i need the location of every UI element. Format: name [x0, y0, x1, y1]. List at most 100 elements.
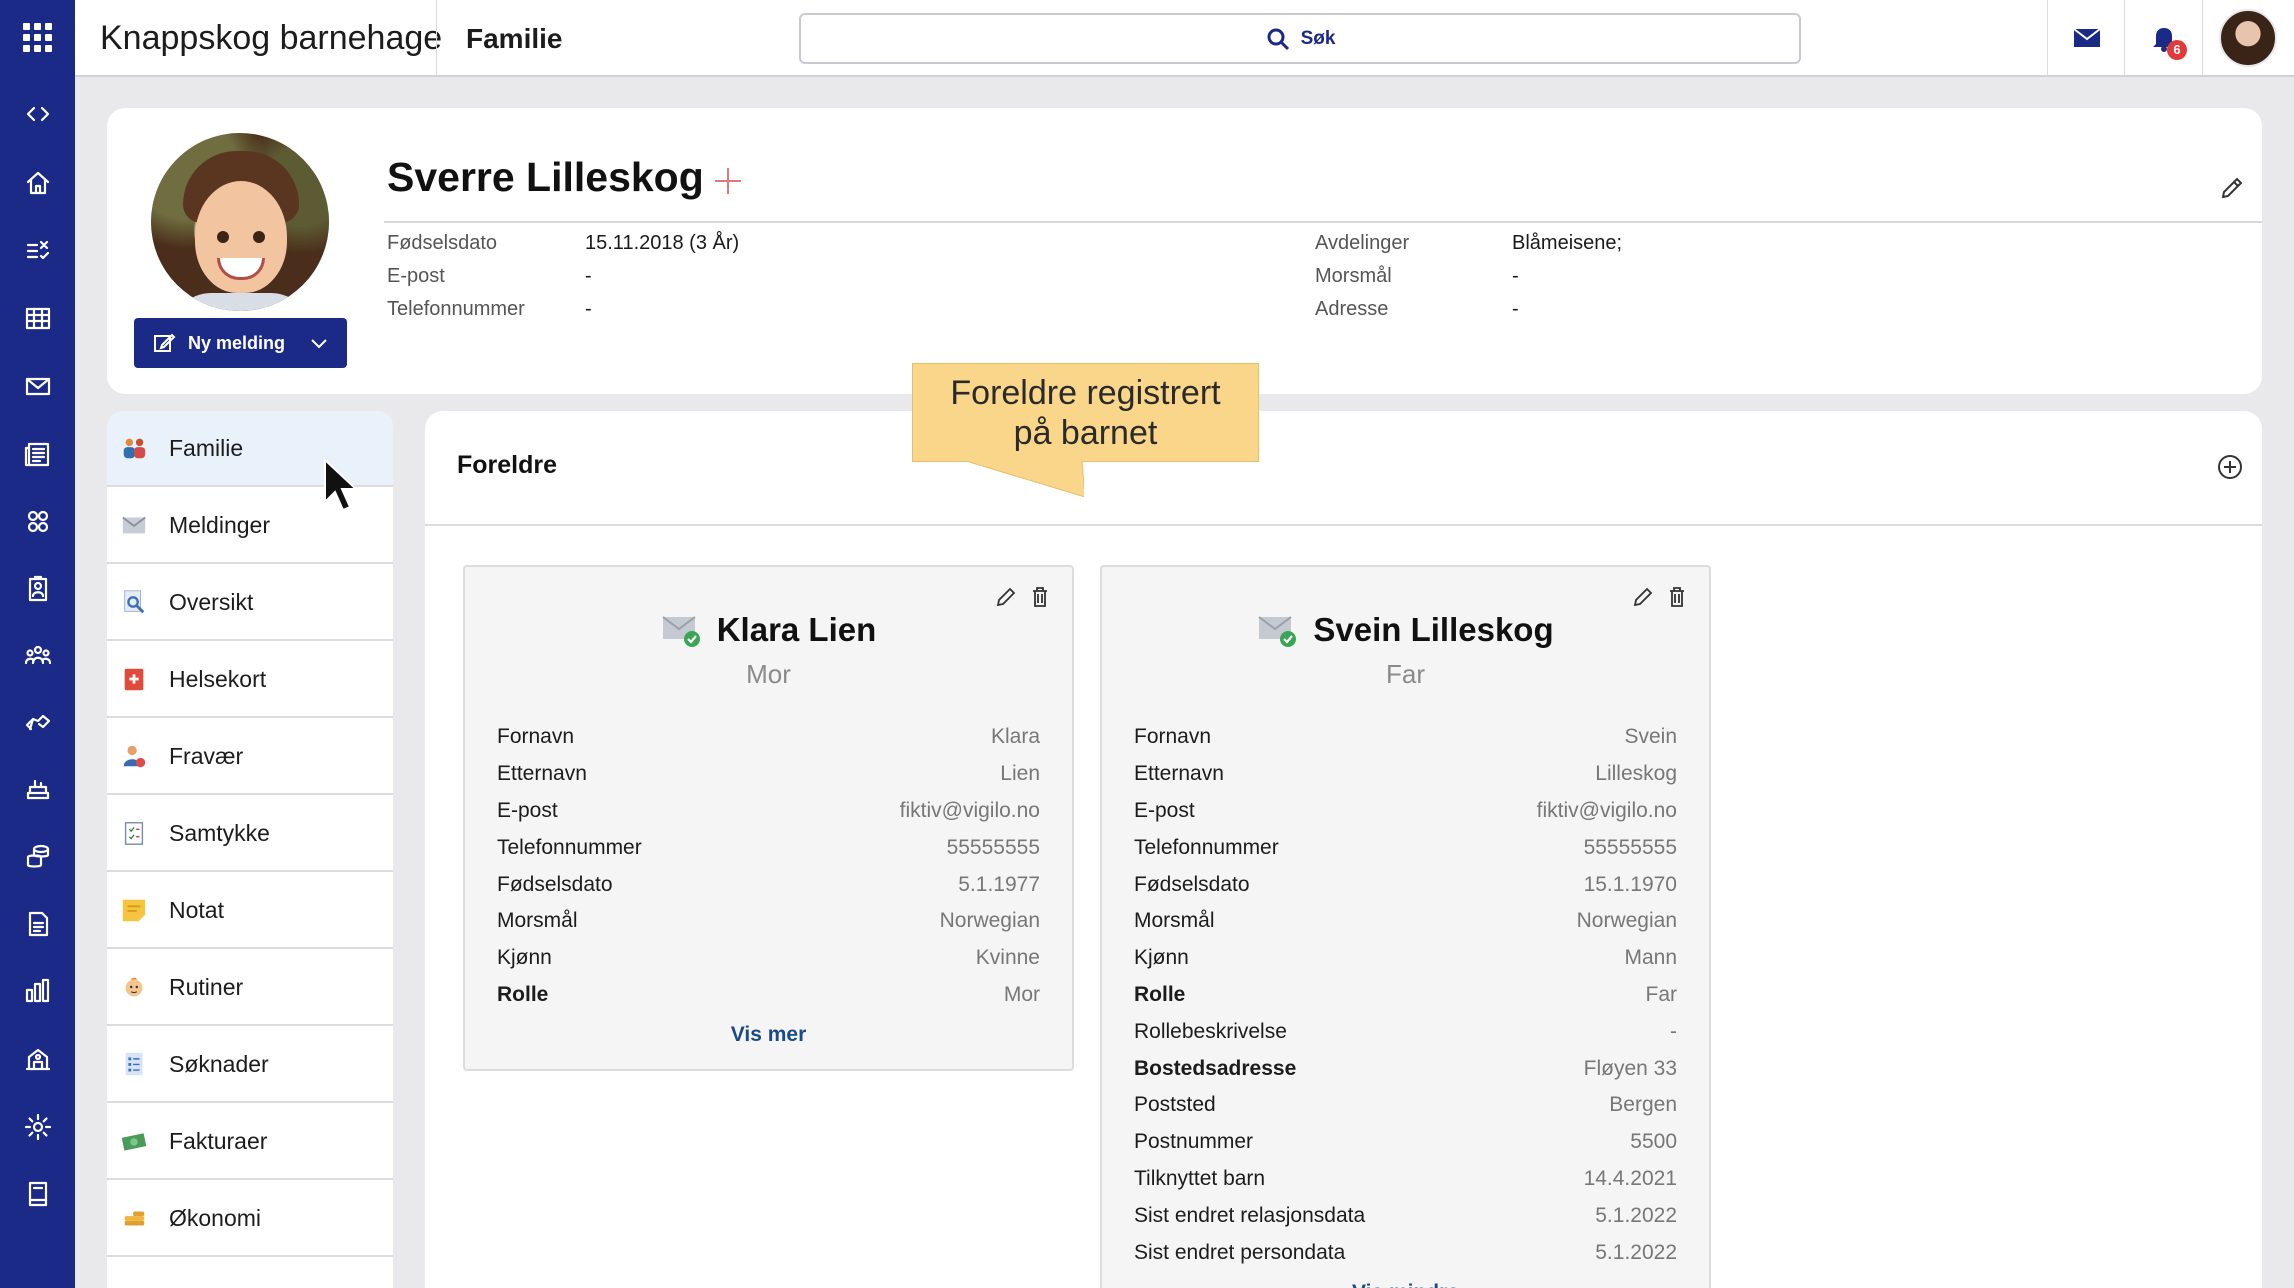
menu-item-fravaer[interactable]: Fravær [107, 719, 393, 795]
header-divider [436, 0, 437, 75]
info-value-email: - [585, 265, 592, 287]
menu-item-fakturaer[interactable]: Fakturaer [107, 1104, 393, 1180]
menu-item-label: Helsekort [169, 665, 267, 692]
food-icon[interactable] [0, 766, 75, 810]
compose-icon [154, 333, 176, 352]
parent-field-row: Fornavn Klara [497, 719, 1040, 756]
people-icon[interactable] [0, 634, 75, 678]
menu-item-rutiner[interactable]: Rutiner [107, 950, 393, 1026]
show-less-link[interactable]: Vis mindre [1102, 1271, 1709, 1288]
edit-profile-icon[interactable] [2218, 174, 2246, 202]
search-bar[interactable]: Søk [799, 13, 1801, 64]
field-label: Etternavn [1134, 762, 1224, 786]
add-icon[interactable] [713, 166, 743, 196]
header-mail-icon[interactable] [2049, 0, 2124, 75]
show-more-link[interactable]: Vis mer [465, 1013, 1072, 1069]
user-avatar[interactable] [2219, 9, 2277, 67]
note-icon [119, 895, 149, 925]
parent-field-row: Morsmål Norwegian [497, 903, 1040, 940]
book-icon[interactable] [0, 1172, 75, 1216]
news-icon[interactable] [0, 432, 75, 476]
handshake-icon[interactable] [0, 700, 75, 744]
menu-item-oversikt[interactable]: Oversikt [107, 565, 393, 641]
field-value: Lilleskog [1595, 762, 1677, 786]
menu-item-notat[interactable]: Notat [107, 873, 393, 949]
menu-item-helsekort[interactable]: Helsekort [107, 642, 393, 718]
mail-verified-icon [661, 611, 703, 649]
parent-field-row: Postnummer 5500 [1134, 1124, 1677, 1161]
trash-icon[interactable] [1665, 585, 1689, 609]
field-label: Sist endret persondata [1134, 1240, 1346, 1264]
home-icon[interactable] [0, 161, 75, 205]
field-label: Kjønn [1134, 946, 1189, 970]
mail-icon[interactable] [0, 364, 75, 408]
parent-field-row: Fødselsdato 5.1.1977 [497, 866, 1040, 903]
header-divider [2047, 0, 2048, 75]
menu-item-okonomi[interactable]: Økonomi [107, 1181, 393, 1257]
parent-field-row: Etternavn Lilleskog [1134, 756, 1677, 793]
field-label: Bostedsadresse [1134, 1056, 1297, 1080]
trash-icon[interactable] [1028, 585, 1052, 609]
mouse-cursor-icon [324, 458, 359, 512]
add-parent-icon[interactable] [2216, 453, 2244, 481]
info-value-native-language: - [1512, 265, 1519, 287]
top-header: Knappskog barnehage Familie Søk 6 [75, 0, 2294, 77]
family-panel: Foreldre Klara Lien Mor Fornavn Klara Ett… [425, 411, 2262, 1288]
tooltip-line-1: Foreldre registrert [950, 373, 1221, 412]
menu-item-label: Fakturaer [169, 1127, 268, 1154]
document-icon[interactable] [0, 902, 75, 946]
menu-item-partial[interactable] [107, 1258, 393, 1288]
breadcrumb: Familie [466, 23, 563, 54]
calendar-icon[interactable] [0, 296, 75, 340]
new-message-button[interactable]: Ny melding [134, 318, 347, 368]
field-value: - [1670, 1019, 1677, 1043]
edit-icon[interactable] [994, 585, 1018, 609]
header-divider [2124, 0, 2125, 75]
info-label-phone: Telefonnummer [387, 298, 525, 320]
field-value: 5.1.1977 [958, 872, 1040, 896]
parent-field-row: Sist endret persondata 5.1.2022 [1134, 1234, 1677, 1271]
new-message-label: Ny melding [188, 332, 286, 353]
header-divider [2202, 0, 2203, 75]
groups-icon[interactable] [0, 500, 75, 544]
parent-field-row: Tilknyttet barn 14.4.2021 [1134, 1161, 1677, 1198]
parent-field-row: Rolle Mor [497, 977, 1040, 1014]
field-value: 15.1.1970 [1583, 872, 1677, 896]
settings-icon[interactable] [0, 1105, 75, 1149]
info-value-phone: - [585, 298, 592, 320]
field-value: 5.1.2022 [1595, 1240, 1677, 1264]
absence-icon [119, 741, 149, 771]
child-profile-card: Ny melding Sverre Lilleskog Fødselsdato … [107, 108, 2262, 394]
field-value: Svein [1624, 725, 1677, 749]
clipboard-icon[interactable] [0, 567, 75, 611]
info-label-departments: Avdelinger [1315, 232, 1410, 254]
notification-bell-icon[interactable]: 6 [2126, 0, 2201, 75]
parent-field-row: Poststed Bergen [1134, 1087, 1677, 1124]
edit-icon[interactable] [1631, 585, 1655, 609]
field-label: E-post [1134, 798, 1195, 822]
parent-name: Svein Lilleskog [1313, 611, 1554, 648]
profile-divider [384, 221, 2262, 223]
menu-item-samtykke[interactable]: Samtykke [107, 796, 393, 872]
field-value: Kvinne [975, 946, 1040, 970]
app-title[interactable]: Knappskog barnehage [100, 0, 442, 77]
field-label: Tilknyttet barn [1134, 1166, 1266, 1190]
family-icon [119, 433, 149, 463]
menu-item-soknader[interactable]: Søknader [107, 1027, 393, 1103]
parent-field-row: Fornavn Svein [1134, 719, 1677, 756]
tasks-icon[interactable] [0, 229, 75, 273]
field-label: Fødselsdato [1134, 872, 1250, 896]
field-label: Fødselsdato [497, 872, 613, 896]
apps-grid-icon[interactable] [0, 15, 75, 59]
coins-icon[interactable] [0, 834, 75, 878]
menu-item-label: Familie [169, 434, 244, 461]
field-value: fiktiv@vigilo.no [1536, 798, 1677, 822]
organization-icon[interactable] [0, 1037, 75, 1081]
field-value: fiktiv@vigilo.no [899, 798, 1040, 822]
expand-collapse-icon[interactable] [0, 92, 75, 136]
child-side-menu: Familie Meldinger Oversikt Helsekort Fra… [107, 411, 393, 1288]
field-value: 5.1.2022 [1595, 1203, 1677, 1227]
statistics-icon[interactable] [0, 969, 75, 1013]
info-value-address: - [1512, 298, 1519, 320]
menu-item-label: Samtykke [169, 819, 270, 846]
